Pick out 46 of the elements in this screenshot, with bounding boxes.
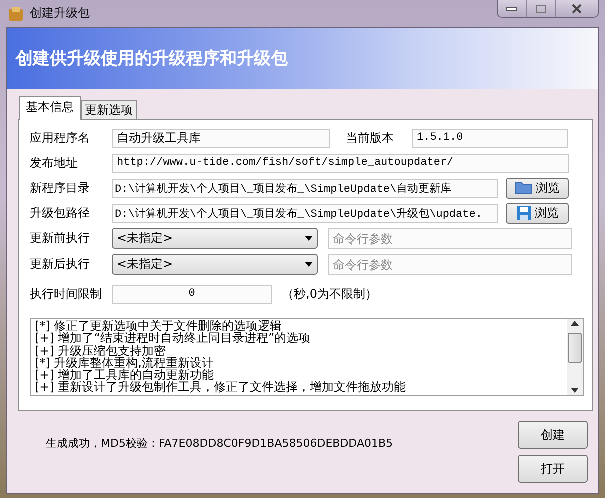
app-icon <box>8 6 24 22</box>
field-label: 升级包路径 <box>30 204 91 222</box>
log-line: [*] 升级库整体重构,流程重新设计 <box>35 356 215 370</box>
caret-icon <box>305 262 313 267</box>
log-line: [+] 增加了工具库的自动更新功能 <box>35 369 214 382</box>
tab[interactable]: 基本信息 <box>19 96 81 120</box>
text-field[interactable]: 自动升级工具库 <box>112 128 330 148</box>
close-button[interactable] <box>556 0 598 17</box>
action-button[interactable]: 创建 <box>518 421 588 449</box>
number-field[interactable]: 0 <box>112 284 272 304</box>
log-line: [+] 升级压缩包支持加密 <box>35 344 166 357</box>
scroll-down-icon[interactable] <box>571 388 579 393</box>
field-label: 更新前执行 <box>30 230 91 247</box>
dropdown[interactable]: <未指定> <box>112 254 318 275</box>
status-text: 生成成功，MD5校验：FA7E08DD8C0F9D1BA58506DEBDDA01B5 <box>46 436 394 452</box>
text-field[interactable]: http://www.u-tide.com/fish/soft/simple_autoupdater/ <box>112 154 569 172</box>
folder-icon <box>515 181 533 195</box>
path-field[interactable]: D:\计算机开发\个人项目\_项目发布_\SimpleUpdate\升级包\update. <box>112 204 498 222</box>
caret-icon <box>305 236 313 241</box>
browse-button[interactable]: 浏览 <box>506 178 569 198</box>
close-icon <box>571 4 583 14</box>
field-label: 发布地址 <box>30 154 79 172</box>
field-label: 新程序目录 <box>30 180 91 196</box>
window-title: 创建升级包 <box>30 5 90 22</box>
log-line: [+] 重新设计了升级包制作工具，修正了文件选择，增加文件拖放功能 <box>35 381 408 394</box>
log-line: [+] 增加了“结束进程时自动终止同目录进程”的选项 <box>35 332 312 345</box>
scroll-up-icon[interactable] <box>571 321 579 326</box>
field-label: 执行时间限制 <box>30 286 103 302</box>
log-line: [*] 修正了更新选项中关于文件删除的选项逻辑 <box>35 320 282 332</box>
arguments-field[interactable]: 命令行参数 <box>328 228 572 249</box>
tab[interactable]: 更新选项 <box>81 100 137 119</box>
header-title: 创建供升级使用的升级程序和升级包 <box>16 48 288 70</box>
text-field[interactable]: 1.5.1.0 <box>412 128 568 148</box>
minimize-button[interactable] <box>498 0 527 17</box>
maximize-icon <box>535 4 547 14</box>
field-label: 更新后执行 <box>30 256 91 273</box>
action-button[interactable]: 打开 <box>518 455 588 483</box>
dropdown[interactable]: <未指定> <box>112 228 318 249</box>
field-label: 应用程序名 <box>30 130 91 146</box>
path-field[interactable]: D:\计算机开发\个人项目\_项目发布_\SimpleUpdate\自动更新库 <box>112 178 498 198</box>
scrollbar[interactable] <box>567 319 583 395</box>
field-label: 当前版本 <box>346 130 395 146</box>
arguments-field[interactable]: 命令行参数 <box>328 254 572 275</box>
browse-button[interactable]: 浏览 <box>506 202 569 224</box>
minimize-icon <box>506 6 518 12</box>
hint-text: （秒,0为不限制） <box>282 286 378 302</box>
